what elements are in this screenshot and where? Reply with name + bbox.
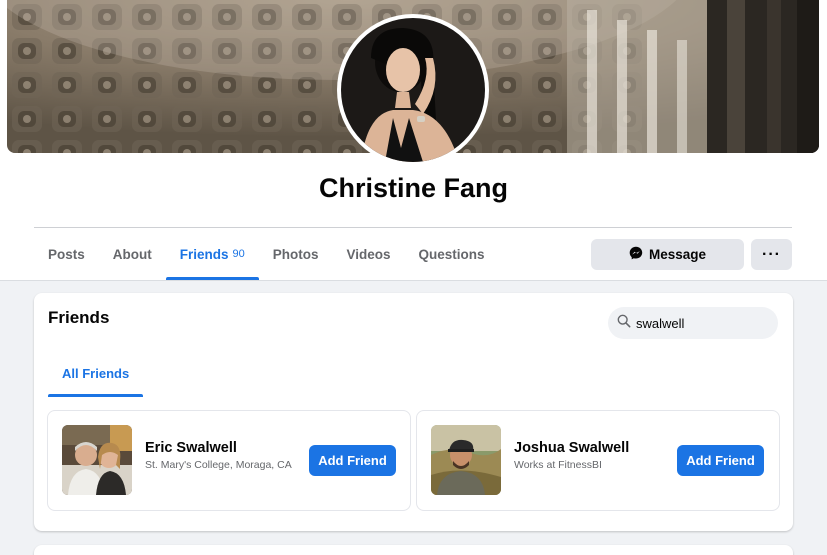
messenger-icon	[629, 246, 643, 263]
tab-label: Friends	[179, 246, 229, 262]
friend-name[interactable]: Joshua Swalwell	[514, 439, 664, 457]
profile-tabs: Posts About Friends 90 Photos Videos Ques…	[34, 228, 499, 280]
add-friend-button[interactable]: Add Friend	[309, 445, 396, 476]
friend-meta: Works at FitnessBI	[514, 459, 602, 471]
tab-all-friends[interactable]: All Friends	[48, 349, 144, 397]
tab-photos[interactable]: Photos	[259, 228, 333, 280]
more-dots-icon: ···	[762, 245, 781, 263]
message-label: Message	[648, 247, 707, 262]
tab-about[interactable]: About	[99, 228, 166, 280]
friends-count: 90	[232, 248, 245, 260]
friend-search[interactable]	[608, 307, 778, 339]
friend-name[interactable]: Eric Swalwell	[145, 439, 295, 457]
friend-photo[interactable]	[431, 425, 501, 495]
add-friend-button[interactable]: Add Friend	[677, 445, 764, 476]
tab-label: Questions	[418, 246, 485, 262]
friend-info: Joshua Swalwell Works at FitnessBI	[514, 439, 664, 472]
more-button[interactable]: ···	[751, 239, 792, 270]
friend-card: Eric Swalwell St. Mary's College, Moraga…	[47, 410, 411, 511]
friend-card: Joshua Swalwell Works at FitnessBI Add F…	[416, 410, 780, 511]
search-icon	[617, 314, 631, 333]
friend-photo[interactable]	[62, 425, 132, 495]
tab-label: About	[112, 246, 152, 262]
friend-info: Eric Swalwell St. Mary's College, Moraga…	[145, 439, 295, 472]
tab-label: Videos	[346, 246, 391, 262]
profile-avatar[interactable]	[341, 18, 485, 162]
friend-meta: St. Mary's College, Moraga, CA	[145, 459, 292, 471]
profile-name: Christine Fang	[318, 173, 508, 203]
profile-header: Christine Fang Posts About Friends 90 Pho…	[0, 0, 827, 281]
tab-friends[interactable]: Friends 90	[165, 228, 259, 280]
tab-videos[interactable]: Videos	[333, 228, 405, 280]
friends-card-title: Friends	[48, 308, 110, 327]
tab-label: Photos	[272, 246, 319, 262]
tab-questions[interactable]: Questions	[405, 228, 499, 280]
search-input[interactable]	[636, 315, 766, 331]
tab-posts[interactable]: Posts	[34, 228, 99, 280]
tab-label: Posts	[48, 246, 85, 262]
message-button[interactable]: Message	[591, 239, 744, 270]
next-section-card	[34, 545, 793, 555]
friends-card: Friends All Friends	[34, 293, 793, 531]
